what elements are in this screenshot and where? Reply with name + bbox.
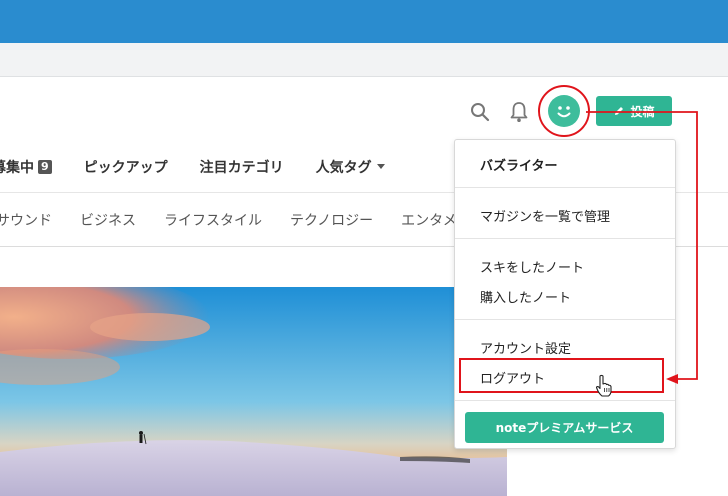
nav-recruiting-label: 募集中 bbox=[0, 160, 34, 176]
user-dropdown-menu: バズライター マガジンを一覧で管理 スキをしたノート 購入したノート アカウント… bbox=[454, 139, 676, 449]
hand-cursor-icon bbox=[595, 374, 612, 397]
snowy-landscape-image bbox=[0, 287, 507, 496]
post-button-label: 投稿 bbox=[630, 104, 655, 119]
nav-pickup-label: ピックアップ bbox=[83, 160, 168, 176]
bell-icon[interactable] bbox=[507, 99, 531, 125]
menu-username[interactable]: バズライター bbox=[480, 155, 557, 174]
nav-popular-tags-label: 人気タグ bbox=[315, 160, 372, 176]
pencil-icon bbox=[615, 107, 624, 115]
menu-divider bbox=[455, 400, 675, 401]
recruiting-count-badge: 9 bbox=[38, 160, 52, 174]
premium-service-button[interactable]: noteプレミアムサービス bbox=[465, 412, 664, 443]
nav-popular-tags[interactable]: 人気タグ bbox=[316, 157, 386, 177]
menu-item-liked-notes[interactable]: スキをしたノート bbox=[480, 257, 584, 276]
category-sound[interactable]: サウンド bbox=[0, 210, 52, 230]
primary-nav: 募集中 9 ピックアップ 注目カテゴリ 人気タグ bbox=[0, 152, 418, 182]
nav-featured-categories[interactable]: 注目カテゴリ bbox=[200, 157, 284, 177]
menu-item-purchased-notes[interactable]: 購入したノート bbox=[480, 287, 571, 306]
nav-featured-categories-label: 注目カテゴリ bbox=[199, 160, 284, 176]
logout-highlight-annotation bbox=[459, 358, 664, 393]
hero-image[interactable] bbox=[0, 287, 507, 496]
category-nav: サウンド ビジネス ライフスタイル テクノロジー エンタメ bbox=[0, 205, 485, 235]
category-business[interactable]: ビジネス bbox=[80, 210, 136, 230]
caret-down-icon bbox=[376, 164, 385, 169]
post-button[interactable]: 投稿 bbox=[596, 96, 672, 126]
menu-divider bbox=[455, 319, 675, 320]
nav-recruiting[interactable]: 募集中 9 bbox=[0, 157, 52, 177]
menu-divider bbox=[455, 187, 675, 188]
category-entertainment[interactable]: エンタメ bbox=[401, 210, 457, 230]
category-technology[interactable]: テクノロジー bbox=[290, 210, 373, 230]
category-lifestyle[interactable]: ライフスタイル bbox=[164, 210, 262, 230]
menu-item-account-settings[interactable]: アカウント設定 bbox=[480, 338, 571, 357]
nav-pickup[interactable]: ピックアップ bbox=[84, 157, 168, 177]
menu-item-manage-magazines[interactable]: マガジンを一覧で管理 bbox=[480, 206, 610, 225]
browser-title-bar bbox=[0, 0, 728, 43]
avatar-highlight-annotation bbox=[538, 85, 590, 137]
search-icon[interactable] bbox=[468, 100, 492, 124]
browser-toolbar bbox=[0, 43, 728, 77]
menu-divider bbox=[455, 238, 675, 239]
